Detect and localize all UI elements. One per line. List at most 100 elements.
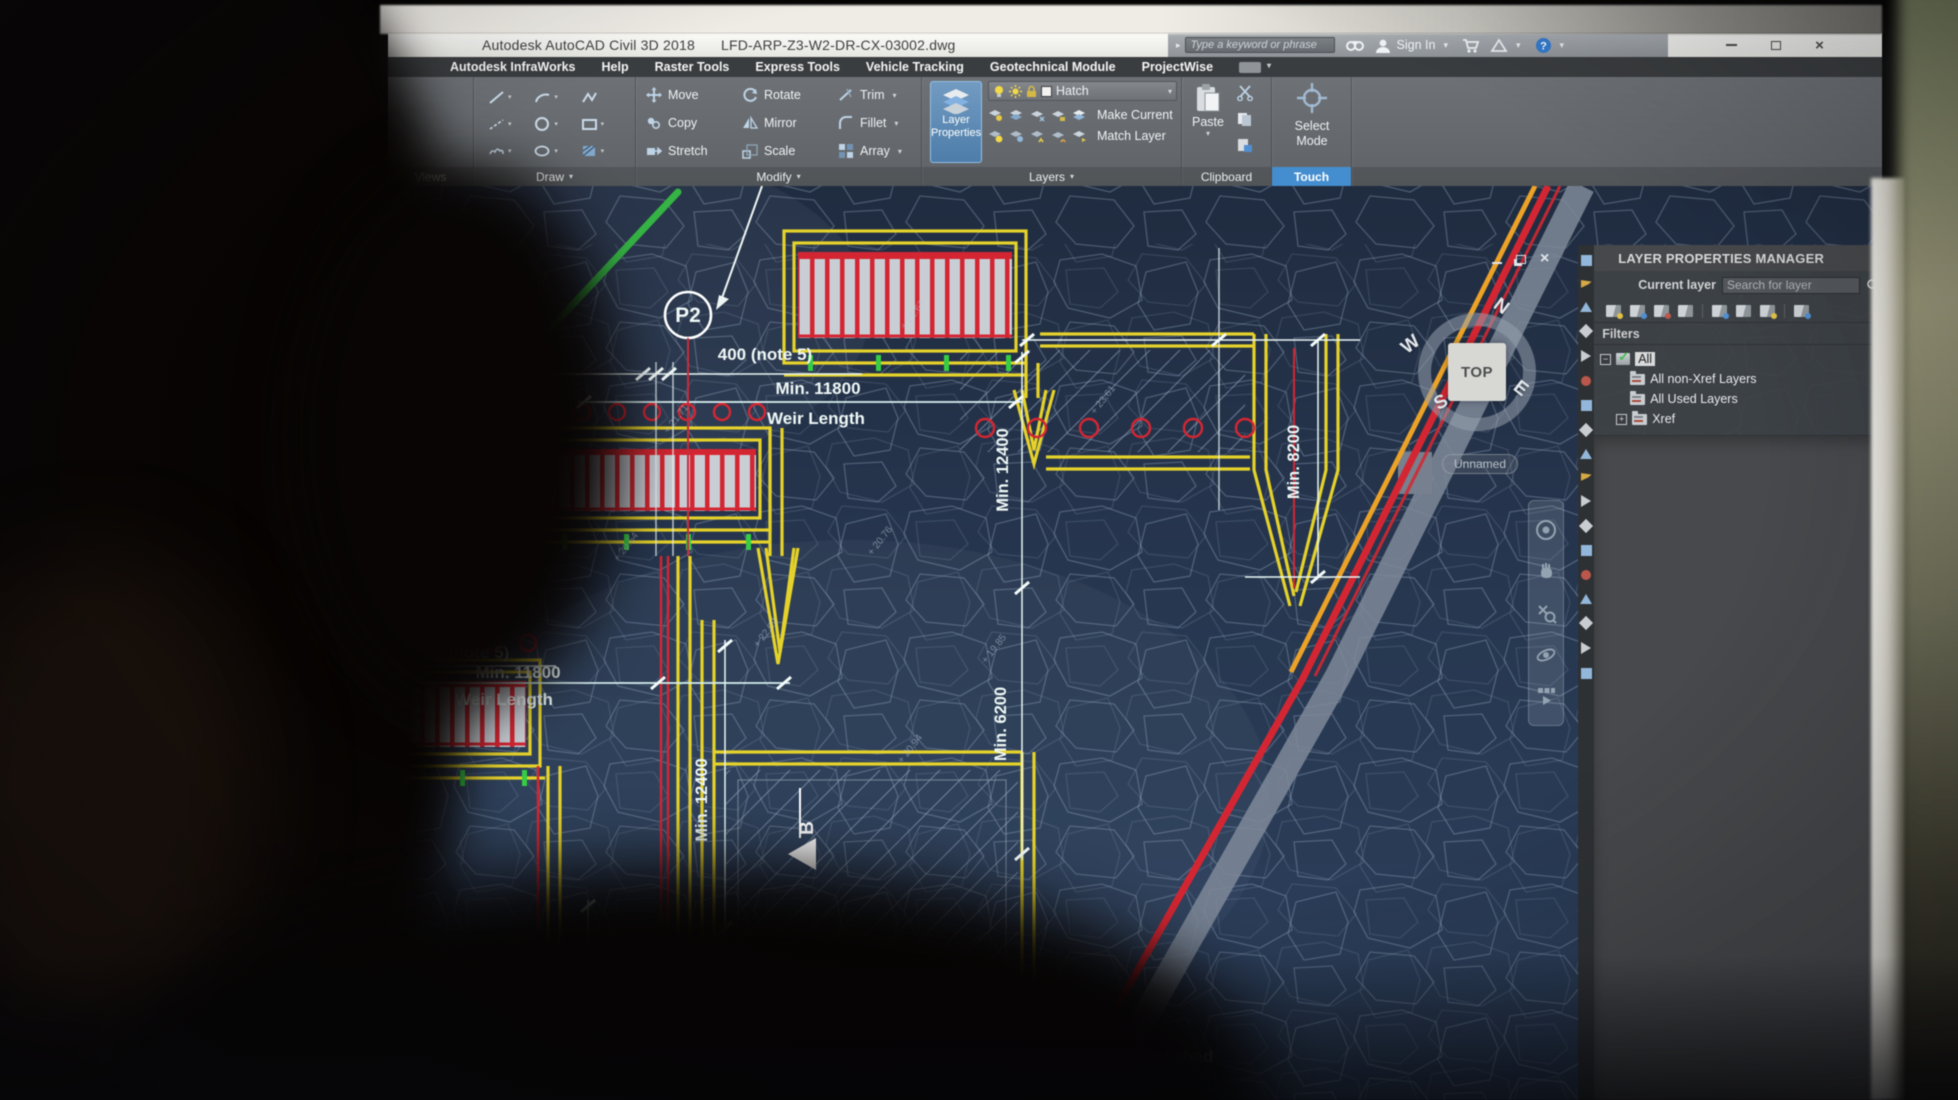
infocenter-collapse-icon[interactable]: ▸ (1176, 40, 1181, 51)
rectangle-tool-icon[interactable]: ▾ (581, 110, 627, 137)
circle-tool-icon[interactable]: ▾ (534, 110, 580, 137)
strip-icon[interactable] (1579, 423, 1593, 437)
select-mode-button[interactable]: SelectMode (1282, 81, 1342, 149)
new-layer-icon[interactable] (1606, 305, 1621, 317)
mirror-button[interactable]: Mirror (742, 109, 838, 137)
layer-walk-icon[interactable] (1051, 130, 1066, 143)
restore-button[interactable] (1771, 41, 1781, 50)
strip-icon[interactable] (1581, 570, 1591, 580)
menu-item-projectwise[interactable]: ProjectWise (1142, 60, 1213, 74)
menu-item-raster-tools[interactable]: Raster Tools (655, 60, 730, 74)
match-layer-button[interactable]: Match Layer (1097, 129, 1166, 143)
unisolate-icon[interactable] (1760, 305, 1775, 317)
match-layer-icon[interactable] (1072, 130, 1087, 143)
layer-off-icon[interactable] (988, 109, 1003, 122)
minimize-button[interactable] (1726, 44, 1737, 46)
strip-icon[interactable] (1581, 376, 1591, 386)
orbit-icon[interactable] (1535, 644, 1557, 666)
a360-dropdown-icon[interactable]: ▾ (1516, 40, 1521, 51)
ellipse-tool-icon[interactable]: ▾ (534, 138, 580, 165)
polyline-tool-icon[interactable] (581, 83, 627, 110)
delete-layer-icon[interactable] (1654, 305, 1669, 317)
make-current-icon[interactable] (1072, 109, 1087, 122)
paste-button[interactable]: Paste ▾ (1188, 83, 1228, 161)
close-button[interactable]: × (1815, 38, 1824, 53)
arc-tool-icon[interactable]: ▾ (534, 83, 580, 110)
layer-dropdown[interactable]: Hatch ▾ (988, 81, 1177, 101)
expand-icon[interactable]: + (1616, 414, 1627, 425)
rotate-button[interactable]: Rotate (742, 81, 838, 109)
layer-properties-button[interactable]: Layer Properties (930, 81, 982, 163)
panel-label-touch[interactable]: Touch (1272, 167, 1351, 186)
layer-lock-icon[interactable] (1051, 109, 1066, 122)
strip-icon[interactable] (1581, 400, 1592, 411)
copy-button[interactable]: Copy (646, 109, 742, 137)
a360-icon[interactable] (1490, 38, 1508, 53)
tree-item-xref[interactable]: + Xref (1600, 409, 1880, 429)
dwg-restore-button[interactable] (1516, 255, 1526, 264)
tree-item-used[interactable]: All Used Layers (1600, 389, 1880, 409)
layer-dropdown-icon[interactable]: ▾ (1168, 87, 1172, 96)
strip-icon[interactable] (1581, 668, 1592, 679)
settings-icon[interactable] (1794, 305, 1809, 317)
showmotion-icon[interactable] (1535, 685, 1557, 707)
dwg-minimize-button[interactable] (1492, 262, 1502, 264)
layer-search-input[interactable] (1722, 277, 1860, 294)
menu-item-infraworks[interactable]: Autodesk InfraWorks (450, 60, 576, 74)
help-dropdown-icon[interactable]: ▾ (1560, 40, 1565, 51)
layer-unlock-icon[interactable] (1030, 130, 1045, 143)
viewcube-view-name[interactable]: Unnamed (1442, 454, 1518, 474)
strip-icon[interactable] (1581, 280, 1592, 288)
dwg-close-button[interactable]: × (1540, 250, 1549, 268)
cart-icon[interactable] (1462, 38, 1480, 53)
strip-icon[interactable] (1581, 350, 1591, 362)
strip-icon[interactable] (1579, 519, 1593, 533)
sign-in-button[interactable]: Sign In (1397, 38, 1436, 52)
search-binoculars-icon[interactable] (1345, 38, 1365, 52)
layer-states-icon[interactable] (1712, 305, 1727, 317)
new-frozen-layer-icon[interactable] (1630, 305, 1645, 317)
set-current-icon[interactable] (1678, 305, 1693, 317)
panel-label-modify[interactable]: Modify▾ (636, 167, 921, 186)
revcloud-tool-icon[interactable]: ▾ (488, 138, 534, 165)
panel-label-layers[interactable]: Layers▾ (922, 167, 1181, 186)
sign-in-dropdown-icon[interactable]: ▾ (1443, 40, 1448, 51)
panel-label-clipboard[interactable]: Clipboard (1182, 167, 1271, 186)
menu-item-geotechnical[interactable]: Geotechnical Module (990, 60, 1116, 74)
isolate-icon[interactable] (1736, 305, 1751, 317)
strip-icon[interactable] (1579, 324, 1593, 338)
make-current-button[interactable]: Make Current (1097, 108, 1173, 122)
menu-item-express-tools[interactable]: Express Tools (755, 60, 840, 74)
strip-icon[interactable] (1580, 449, 1592, 459)
menu-item-vehicle-tracking[interactable]: Vehicle Tracking (866, 60, 964, 74)
steering-wheel-icon[interactable] (1535, 519, 1557, 541)
menu-item-help[interactable]: Help (602, 60, 629, 74)
infocenter-search-input[interactable] (1185, 37, 1335, 53)
help-icon[interactable]: ? (1535, 37, 1552, 54)
layer-freeze-icon[interactable] (1030, 109, 1045, 122)
workspace-icon[interactable] (1239, 62, 1261, 73)
strip-icon[interactable] (1580, 302, 1592, 312)
strip-icon[interactable] (1580, 594, 1592, 604)
line-tool-icon[interactable]: ▾ (488, 83, 534, 110)
layer-thaw-icon[interactable] (1009, 130, 1024, 143)
strip-icon[interactable] (1581, 495, 1591, 507)
hatch-tool-icon[interactable]: ▾ (581, 138, 627, 165)
strip-icon[interactable] (1581, 642, 1591, 654)
xline-tool-icon[interactable]: ▾ (488, 110, 534, 137)
strip-icon[interactable] (1581, 255, 1592, 266)
layer-on-icon[interactable] (988, 130, 1003, 143)
copy-clip-icon[interactable] (1236, 111, 1254, 127)
layer-isolate-icon[interactable] (1009, 109, 1024, 122)
viewcube-top-face[interactable]: TOP (1448, 343, 1506, 401)
move-button[interactable]: Move (646, 81, 742, 109)
strip-icon[interactable] (1581, 545, 1592, 556)
paste-special-icon[interactable] (1236, 137, 1254, 153)
collapse-icon[interactable]: − (1600, 354, 1611, 365)
tree-item-all[interactable]: − All (1600, 349, 1880, 369)
strip-icon[interactable] (1579, 616, 1593, 630)
zoom-extents-icon[interactable] (1535, 602, 1557, 624)
tree-item-non-xref[interactable]: All non-Xref Layers (1600, 369, 1880, 389)
scale-button[interactable]: Scale (742, 137, 838, 165)
pan-hand-icon[interactable] (1535, 560, 1557, 582)
